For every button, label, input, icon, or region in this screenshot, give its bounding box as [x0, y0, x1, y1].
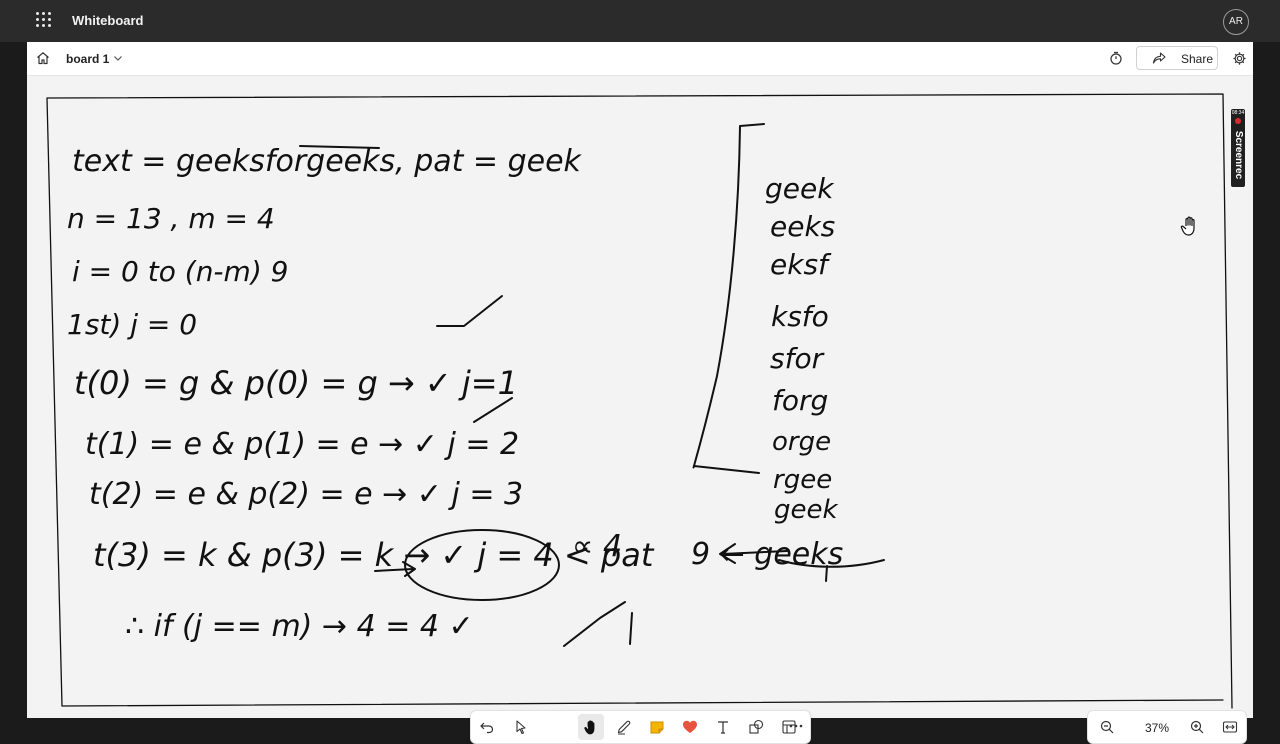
note-t3-alpha: ∝ 4	[572, 529, 622, 564]
note-t2: t(2) = e & p(2) = e → ✓ j = 3	[89, 477, 523, 512]
gear-icon[interactable]	[1232, 51, 1247, 66]
zoom-control: 37%	[1087, 710, 1247, 744]
tool-placeholder-select-2[interactable]	[543, 714, 569, 740]
zoom-level[interactable]: 37%	[1140, 721, 1174, 735]
screenrec-label: Screenrec	[1233, 130, 1244, 180]
app-title: Whiteboard	[72, 13, 144, 28]
shapes-icon	[749, 719, 764, 734]
undo-button[interactable]	[474, 714, 500, 740]
hand-tool[interactable]	[578, 714, 604, 740]
window-6: forg	[772, 384, 828, 417]
sticky-note-tool[interactable]	[644, 714, 670, 740]
note-step2: i = 0 to (n-m) 9	[72, 255, 288, 288]
note-first: 1st) j = 0	[67, 308, 197, 341]
more-icon	[789, 724, 803, 728]
note-step1: n = 13 , m = 4	[67, 202, 275, 235]
app-window: board 1 Share text = geeksforgeeks, pat …	[27, 42, 1253, 744]
whiteboard-canvas[interactable]: text = geeksforgeeks, pat = geek n = 13 …	[27, 76, 1253, 744]
timer-icon[interactable]	[1109, 51, 1123, 65]
window-3: eksf	[770, 248, 832, 281]
user-avatar[interactable]: AR	[1223, 9, 1249, 35]
screenrec-widget[interactable]: 08:34 Screenrec	[1231, 109, 1245, 187]
share-label: Share	[1181, 52, 1214, 66]
window-7: orge	[772, 427, 831, 457]
title-bar: Whiteboard AR	[0, 0, 1280, 42]
window-4: ksfo	[771, 300, 829, 333]
zoom-out-icon[interactable]	[1099, 719, 1115, 735]
select-tool[interactable]	[508, 714, 534, 740]
more-button[interactable]	[783, 713, 809, 739]
hand-icon	[584, 720, 595, 735]
hand-cursor-icon	[1180, 216, 1195, 236]
undo-icon	[480, 722, 494, 734]
window-9: geek	[774, 495, 838, 525]
bottom-toolbar	[470, 710, 811, 744]
pen-icon	[617, 720, 631, 735]
note-conclusion: ∴ if (j == m) → 4 = 4 ✓	[125, 609, 474, 644]
board-toolbar: board 1 Share	[27, 42, 1253, 76]
reaction-icon	[683, 720, 697, 733]
note-t3: t(3) = k & p(3) = k → ✓ j = 4 < pat	[93, 536, 655, 574]
chevron-down-icon[interactable]	[112, 52, 124, 64]
share-icon	[1152, 52, 1166, 64]
note-arrow: 9 ← geeks	[691, 537, 843, 572]
note-t0: t(0) = g & p(0) = g → ✓ j=1	[74, 364, 518, 402]
home-icon[interactable]	[36, 51, 50, 65]
window-2: eeks	[770, 210, 835, 243]
window-5: sfor	[770, 342, 825, 375]
window-1: geek	[765, 172, 835, 205]
sticky-note-icon	[650, 721, 664, 734]
zoom-in-icon[interactable]	[1189, 719, 1205, 735]
select-icon	[516, 720, 526, 735]
fit-to-screen-icon[interactable]	[1222, 719, 1238, 735]
app-launcher-icon[interactable]	[36, 12, 54, 30]
text-tool[interactable]	[710, 714, 736, 740]
shapes-tool[interactable]	[743, 714, 769, 740]
note-line1: text = geeksforgeeks, pat = geek	[72, 144, 583, 179]
pen-tool[interactable]	[611, 714, 637, 740]
reaction-tool[interactable]	[677, 714, 703, 740]
board-name[interactable]: board 1	[66, 52, 109, 66]
recording-time: 08:34	[1231, 110, 1245, 116]
share-button[interactable]: Share	[1136, 46, 1218, 70]
note-t1: t(1) = e & p(1) = e → ✓ j = 2	[85, 427, 519, 462]
text-icon	[718, 721, 728, 734]
window-8: rgee	[773, 465, 832, 495]
handwritten-notes: text = geeksforgeeks, pat = geek n = 13 …	[46, 93, 1233, 709]
